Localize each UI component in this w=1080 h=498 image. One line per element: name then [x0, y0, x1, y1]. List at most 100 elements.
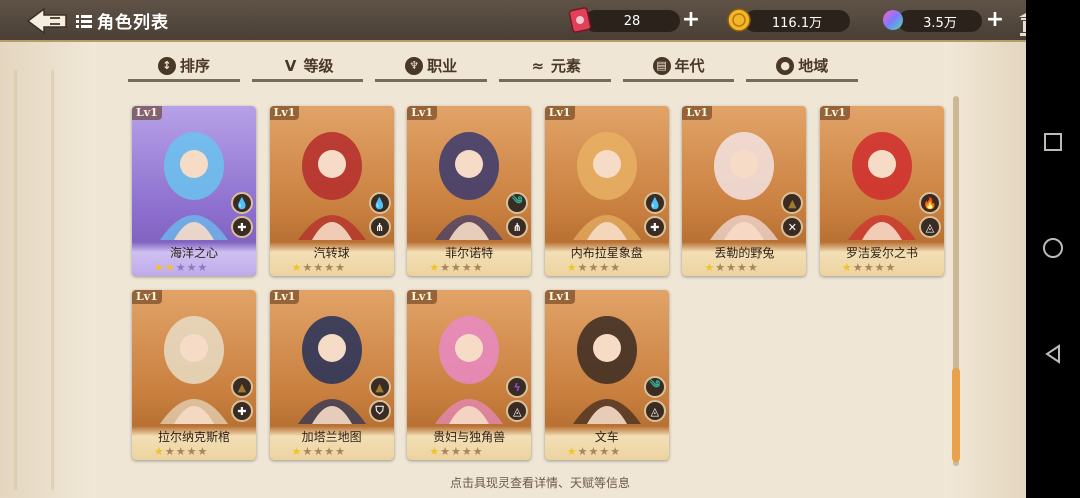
star-empty-icon: ★ — [302, 445, 313, 458]
tab-era[interactable]: ▤ 年代 — [622, 52, 735, 82]
star-empty-icon: ★ — [450, 445, 461, 458]
character-card[interactable]: Lv1 ϟ ◬ 贵妇与独角兽 ★ ★ ★ ★ ★ — [407, 290, 532, 460]
star-empty-icon: ★ — [472, 445, 483, 458]
star-empty-icon: ★ — [440, 261, 450, 274]
star-empty-icon: ★ — [588, 445, 599, 458]
character-card[interactable]: Lv1 ▲ ✚ 拉尔纳克斯棺 ★ ★ ★ ★ ★ — [132, 290, 256, 460]
pillar-ornament — [14, 70, 54, 490]
star-filled-icon: ★ — [164, 261, 175, 274]
ticket-counter: 28 — [584, 10, 680, 32]
character-name: 海洋之心 — [169, 246, 218, 260]
back-triangle-icon[interactable] — [1041, 342, 1065, 366]
ticket-value: 28 — [623, 13, 641, 29]
star-rating: ★ ★ ★ ★ ★ — [429, 262, 482, 274]
tab-sort[interactable]: ↕ 排序 — [128, 52, 240, 82]
character-name: 内布拉星象盘 — [570, 246, 643, 260]
character-card[interactable]: Lv1 ▲ ⛉ 加塔兰地图 ★ ★ ★ ★ ★ — [269, 290, 394, 460]
character-card[interactable]: Lv1 💧 ⋔ 汽转球 ★ ★ ★ ★ ★ — [269, 106, 394, 276]
star-empty-icon: ★ — [852, 261, 863, 274]
warrior-class-icon: ⋔ — [368, 216, 391, 238]
water-element-icon: 💧 — [643, 192, 666, 214]
star-rating: ★ ★ ★ ★ ★ — [292, 262, 345, 274]
crystal-add-button[interactable]: + — [984, 9, 1006, 32]
level-label: Lv1 — [682, 106, 713, 120]
star-empty-icon: ★ — [863, 261, 874, 274]
ticket-add-button[interactable]: + — [680, 9, 702, 32]
star-empty-icon: ★ — [324, 261, 335, 274]
star-filled-icon: ★ — [291, 261, 302, 274]
crystal-value: 3.5万 — [923, 15, 957, 31]
star-empty-icon: ★ — [610, 261, 621, 274]
star-empty-icon: ★ — [599, 445, 610, 458]
star-filled-icon: ★ — [429, 261, 440, 274]
page-title: 角色列表 — [97, 13, 169, 33]
star-empty-icon: ★ — [610, 445, 621, 458]
back-button[interactable] — [24, 6, 72, 36]
level-label: Lv1 — [132, 290, 162, 304]
filter-tabs: ↕ 排序 V 等级 ♆ 职业 ≈ 元素 ▤ 年代 ● 地域 — [128, 52, 859, 82]
warrior-class-icon: ⋔ — [506, 216, 529, 238]
character-name: 贵妇与独角兽 — [433, 430, 506, 444]
star-empty-icon: ★ — [175, 445, 186, 458]
crystal-counter: 3.5万 — [898, 10, 982, 32]
star-empty-icon: ★ — [335, 261, 345, 274]
earth-element-icon: ▲ — [231, 376, 253, 398]
character-name: 加塔兰地图 — [301, 430, 362, 444]
tab-level[interactable]: V 等级 — [251, 52, 364, 82]
character-card[interactable]: Lv1 ▲ ✕ 丢勒的野兔 ★ ★ ★ ★ ★ — [682, 106, 807, 276]
star-empty-icon: ★ — [302, 261, 313, 274]
star-rating: ★ ★ ★ ★ ★ — [292, 446, 345, 458]
star-empty-icon: ★ — [197, 445, 208, 458]
mage-class-icon: ◬ — [506, 400, 529, 422]
star-filled-icon: ★ — [291, 445, 302, 458]
tab-element[interactable]: ≈ 元素 — [499, 52, 611, 82]
scrollbar-thumb[interactable] — [952, 368, 960, 462]
tab-label: 职业 — [427, 57, 458, 75]
sort-icon: ↕ — [157, 56, 176, 75]
level-label: Lv1 — [269, 290, 300, 304]
list-icon — [76, 14, 92, 28]
star-filled-icon: ★ — [154, 445, 164, 458]
title-group: 角色列表 — [76, 8, 169, 33]
star-empty-icon: ★ — [726, 261, 737, 274]
guardian-class-icon: ⛉ — [368, 400, 391, 422]
tab-class[interactable]: ♆ 职业 — [375, 52, 488, 82]
star-rating: ★ ★ ★ ★ ★ — [567, 262, 620, 274]
character-name: 菲尔诺特 — [445, 246, 494, 260]
character-card[interactable]: Lv1 💧 ✚ 海洋之心 ★ ★ ★ ★ ★ — [132, 106, 256, 276]
tab-label: 元素 — [550, 57, 581, 75]
star-rating: ★ ★ ★ ★ ★ — [704, 262, 757, 274]
recent-apps-icon[interactable] — [1041, 130, 1065, 154]
star-empty-icon: ★ — [197, 261, 208, 274]
character-grid: Lv1 💧 ✚ 海洋之心 ★ ★ ★ ★ ★ Lv1 💧 ⋔ 汽转球 ★ ★ ★ ★ ★ Lv1… — [132, 106, 944, 462]
character-card[interactable]: Lv1 ༄ ⋔ 菲尔诺特 ★ ★ ★ ★ ★ — [407, 106, 532, 276]
gold-counter: 116.1万 — [744, 10, 850, 32]
star-empty-icon: ★ — [461, 445, 472, 458]
star-filled-icon: ★ — [429, 445, 440, 458]
character-card[interactable]: Lv1 💧 ✚ 内布拉星象盘 ★ ★ ★ ★ ★ — [544, 106, 669, 276]
home-circle-icon[interactable] — [1041, 236, 1065, 260]
healer-class-icon: ✚ — [231, 400, 253, 422]
star-empty-icon: ★ — [313, 261, 324, 274]
star-rating: ★ ★ ★ ★ ★ — [154, 262, 207, 274]
tab-label: 年代 — [674, 57, 705, 75]
star-filled-icon: ★ — [566, 445, 577, 458]
earth-element-icon: ▲ — [781, 192, 804, 214]
character-name: 文车 — [594, 430, 619, 444]
star-filled-icon: ★ — [566, 261, 577, 274]
gold-value: 116.1万 — [771, 15, 823, 31]
star-empty-icon: ★ — [313, 445, 324, 458]
character-card[interactable]: Lv1 ༄ ◬ 文车 ★ ★ ★ ★ ★ — [544, 290, 669, 460]
region-icon: ● — [776, 56, 795, 75]
character-name: 拉尔纳克斯棺 — [157, 430, 230, 444]
tab-region[interactable]: ● 地域 — [746, 52, 859, 82]
earth-element-icon: ▲ — [368, 376, 391, 398]
star-empty-icon: ★ — [324, 445, 335, 458]
fire-element-icon: 🔥 — [919, 192, 941, 214]
star-empty-icon: ★ — [175, 261, 186, 274]
class-icon: ♆ — [405, 56, 424, 75]
character-card[interactable]: Lv1 🔥 ◬ 罗洁爱尔之书 ★ ★ ★ ★ ★ — [820, 106, 944, 276]
level-label: Lv1 — [544, 290, 575, 304]
level-label: Lv1 — [269, 106, 300, 120]
star-filled-icon: ★ — [154, 261, 164, 274]
